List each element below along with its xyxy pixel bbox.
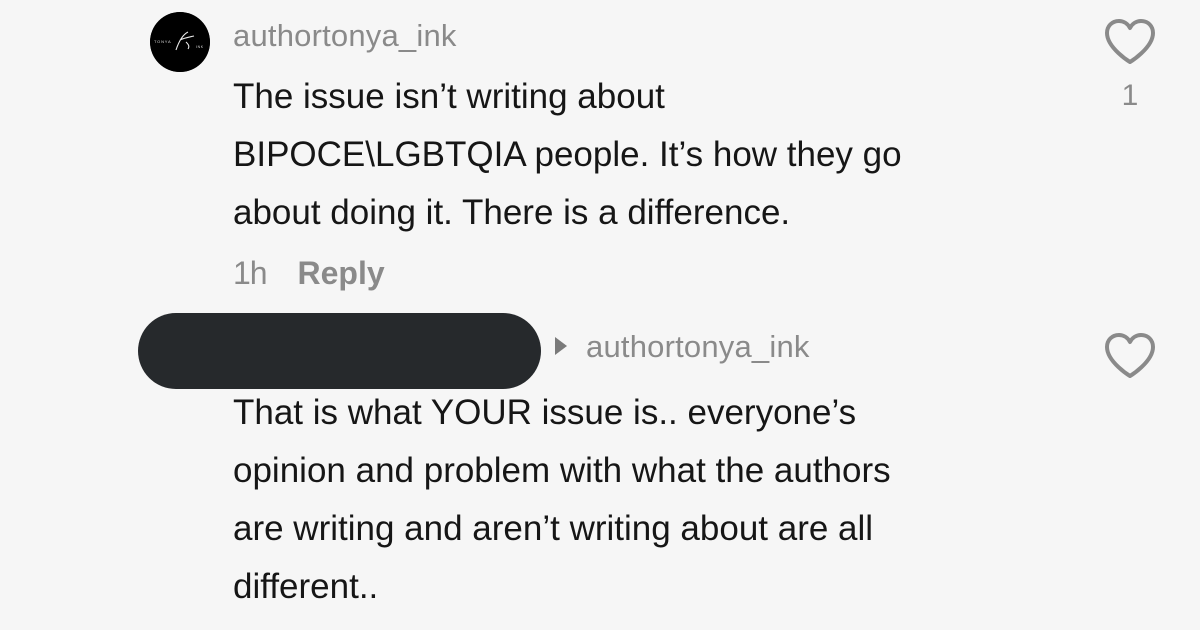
like-button[interactable]: 1 <box>1100 18 1160 113</box>
svg-text:INK: INK <box>196 45 204 49</box>
redacted-username <box>138 313 541 389</box>
comment-text-line: are writing and aren’t writing about are… <box>233 509 874 548</box>
comment-meta: 1h Reply <box>233 255 385 292</box>
comment-text-line: about doing it. There is a difference. <box>233 193 791 232</box>
comment: authortonya_ink That is what YOUR issue … <box>0 310 1200 630</box>
reply-to-username[interactable]: authortonya_ink <box>586 329 810 365</box>
comment-text-line: different.. <box>233 567 379 606</box>
comment-text: The issue isn’t writing about BIPOCE\LGB… <box>233 68 1063 242</box>
username[interactable]: authortonya_ink <box>233 18 457 54</box>
comment: TONYA INK authortonya_ink The issue isn’… <box>0 0 1200 310</box>
like-count: 1 <box>1121 79 1139 112</box>
comment-text-line: opinion and problem with what the author… <box>233 451 891 490</box>
timestamp: 1h <box>233 255 268 291</box>
like-button[interactable] <box>1100 332 1160 385</box>
reply-arrow-icon <box>555 337 567 355</box>
heart-icon <box>1105 333 1155 378</box>
tonya-ink-logo-icon: TONYA INK <box>150 12 210 72</box>
comment-text-line: The issue isn’t writing about <box>233 77 665 116</box>
comment-text: That is what YOUR issue is.. everyone’s … <box>233 384 1063 616</box>
heart-icon <box>1105 19 1155 64</box>
comment-text-line: That is what YOUR issue is.. everyone’s <box>233 393 857 432</box>
reply-button[interactable]: Reply <box>297 255 384 291</box>
avatar[interactable]: TONYA INK <box>150 12 210 72</box>
svg-text:TONYA: TONYA <box>154 39 171 44</box>
comment-text-line: BIPOCE\LGBTQIA people. It’s how they go <box>233 135 902 174</box>
